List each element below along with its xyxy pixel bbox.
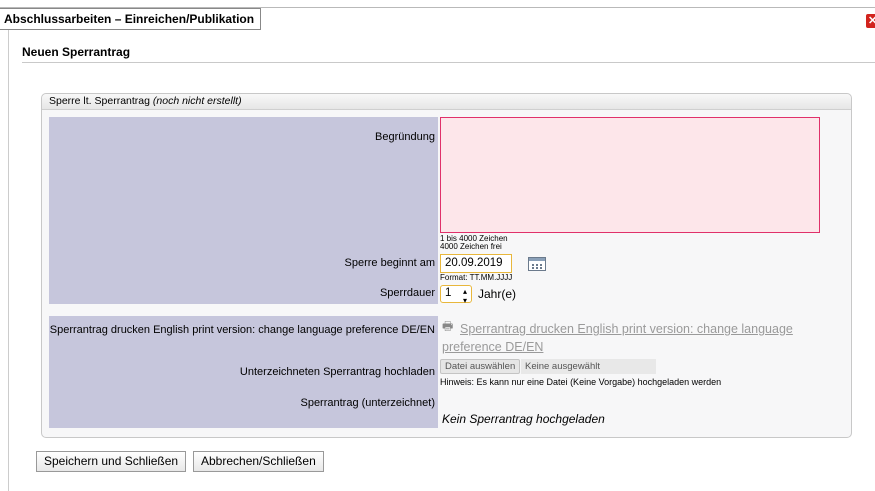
- upload-hint: Hinweis: Es kann nur eine Datei (Keine V…: [440, 377, 722, 387]
- title-divider: [22, 62, 875, 63]
- print-link[interactable]: Sperrantrag drucken English print versio…: [442, 320, 822, 356]
- date-format-hint: Format: TT.MM.JJJJ: [440, 273, 513, 282]
- close-icon: ✕: [868, 15, 875, 27]
- close-button[interactable]: ✕: [866, 14, 875, 28]
- duration-unit: Jahr(e): [478, 287, 517, 301]
- cancel-close-button[interactable]: Abbrechen/Schließen: [193, 451, 324, 472]
- upload-label: Unterzeichneten Sperrantrag hochladen: [239, 366, 435, 378]
- start-date-label: Sperre beginnt am: [344, 257, 436, 269]
- section-1-labels: Begründung Sperre beginnt am Sperrdauer: [49, 117, 438, 304]
- signed-label: Sperrantrag (unterzeichnet): [300, 397, 435, 409]
- start-date-input[interactable]: 20.09.2019: [440, 254, 512, 273]
- choose-file-button[interactable]: Datei auswählen: [440, 359, 521, 374]
- calendar-icon[interactable]: [528, 257, 546, 271]
- section-2-labels: Sperrantrag drucken English print versio…: [49, 316, 438, 428]
- select-arrows-icon: ▴ ▾: [462, 287, 467, 305]
- file-status: Keine ausgewählt: [521, 359, 656, 374]
- reason-hint-free: 4000 Zeichen frei: [440, 242, 502, 251]
- legend-status: (noch nicht erstellt): [152, 95, 242, 107]
- page-title: Neuen Sperrantrag: [22, 45, 131, 59]
- save-close-button[interactable]: Speichern und Schließen: [36, 451, 187, 472]
- duration-label: Sperrdauer: [379, 287, 435, 299]
- print-label: Sperrantrag drucken English print versio…: [49, 324, 435, 336]
- reason-textarea[interactable]: [440, 117, 820, 233]
- legend-title: Sperre lt. Sperrantrag: [49, 95, 150, 107]
- duration-select[interactable]: 1 ▴ ▾: [440, 285, 472, 305]
- left-rule: [8, 29, 9, 491]
- fieldset-legend: Sperre lt. Sperrantrag (noch nicht erste…: [42, 94, 851, 110]
- duration-value: 1: [445, 287, 452, 299]
- window-title: Abschlussarbeiten – Einreichen/Publikati…: [0, 8, 262, 30]
- reason-label: Begründung: [375, 131, 435, 143]
- lock-request-fieldset: Sperre lt. Sperrantrag (noch nicht erste…: [41, 93, 852, 438]
- signed-status: Kein Sperrantrag hochgeladen: [442, 412, 605, 426]
